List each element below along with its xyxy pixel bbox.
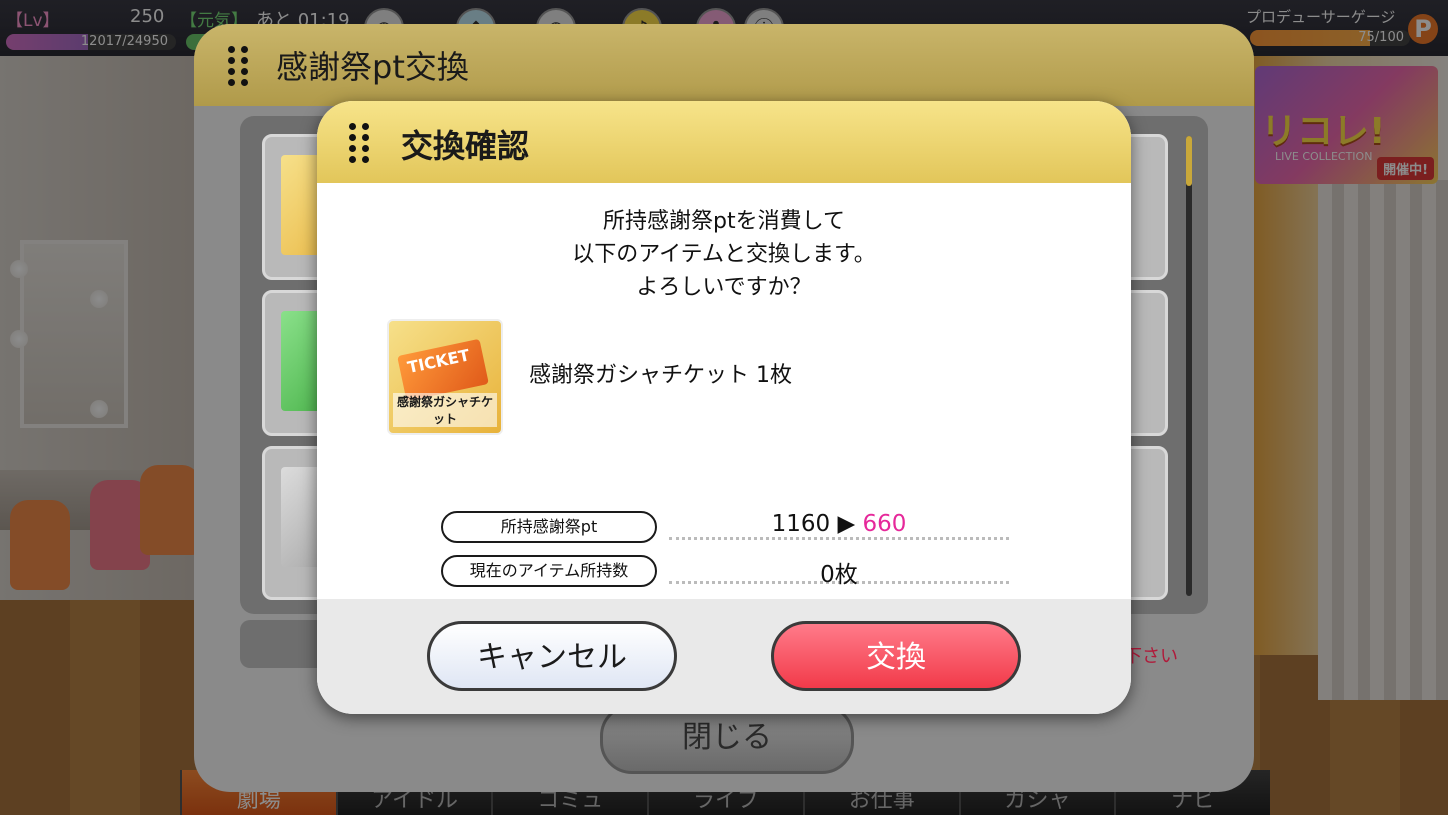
modal-footer: キャンセル 交換 bbox=[317, 599, 1131, 714]
points-after: 660 bbox=[862, 511, 907, 537]
gacha-ticket-icon: TICKET 感謝祭ガシャチケット bbox=[387, 319, 503, 435]
points-row: 所持感謝祭pt 1160 ▶ 660 bbox=[441, 511, 1009, 543]
grip-icon bbox=[349, 123, 370, 163]
confirm-message: 所持感謝祭ptを消費して 以下のアイテムと交換します。 よろしいですか？ bbox=[317, 205, 1131, 304]
message-line: 所持感謝祭ptを消費して bbox=[603, 209, 845, 234]
grip-icon bbox=[228, 46, 249, 86]
item-name: 感謝祭ガシャチケット 1枚 bbox=[529, 363, 792, 388]
notice-text: 下さい bbox=[1124, 646, 1178, 667]
ticket-label: TICKET bbox=[397, 338, 489, 402]
exchange-button[interactable]: 交換 bbox=[771, 621, 1021, 691]
points-label: 所持感謝祭pt bbox=[441, 511, 657, 543]
owned-count-label: 現在のアイテム所持数 bbox=[441, 555, 657, 587]
message-line: 以下のアイテムと交換します。 bbox=[572, 242, 876, 267]
dotted-divider bbox=[669, 537, 1009, 540]
message-line: よろしいですか？ bbox=[636, 275, 812, 300]
points-value: 1160 ▶ 660 bbox=[669, 511, 1009, 537]
scrollbar-thumb[interactable] bbox=[1186, 136, 1192, 186]
exchange-confirm-dialog: 交換確認 所持感謝祭ptを消費して 以下のアイテムと交換します。 よろしいですか… bbox=[317, 101, 1131, 714]
owned-count-value: 0枚 bbox=[669, 555, 1009, 589]
panel-header: 感謝祭pt交換 bbox=[194, 24, 1254, 106]
ticket-caption: 感謝祭ガシャチケット bbox=[393, 393, 497, 427]
scrollbar[interactable] bbox=[1186, 136, 1192, 596]
points-before: 1160 ▶ bbox=[771, 511, 863, 537]
owned-count-before: 0枚 bbox=[820, 562, 858, 588]
modal-header: 交換確認 bbox=[317, 101, 1131, 183]
close-button[interactable]: 閉じる bbox=[600, 704, 854, 774]
panel-title: 感謝祭pt交換 bbox=[276, 48, 469, 86]
cancel-button[interactable]: キャンセル bbox=[427, 621, 677, 691]
modal-title: 交換確認 bbox=[401, 127, 530, 165]
owned-count-row: 現在のアイテム所持数 0枚 bbox=[441, 555, 1009, 589]
